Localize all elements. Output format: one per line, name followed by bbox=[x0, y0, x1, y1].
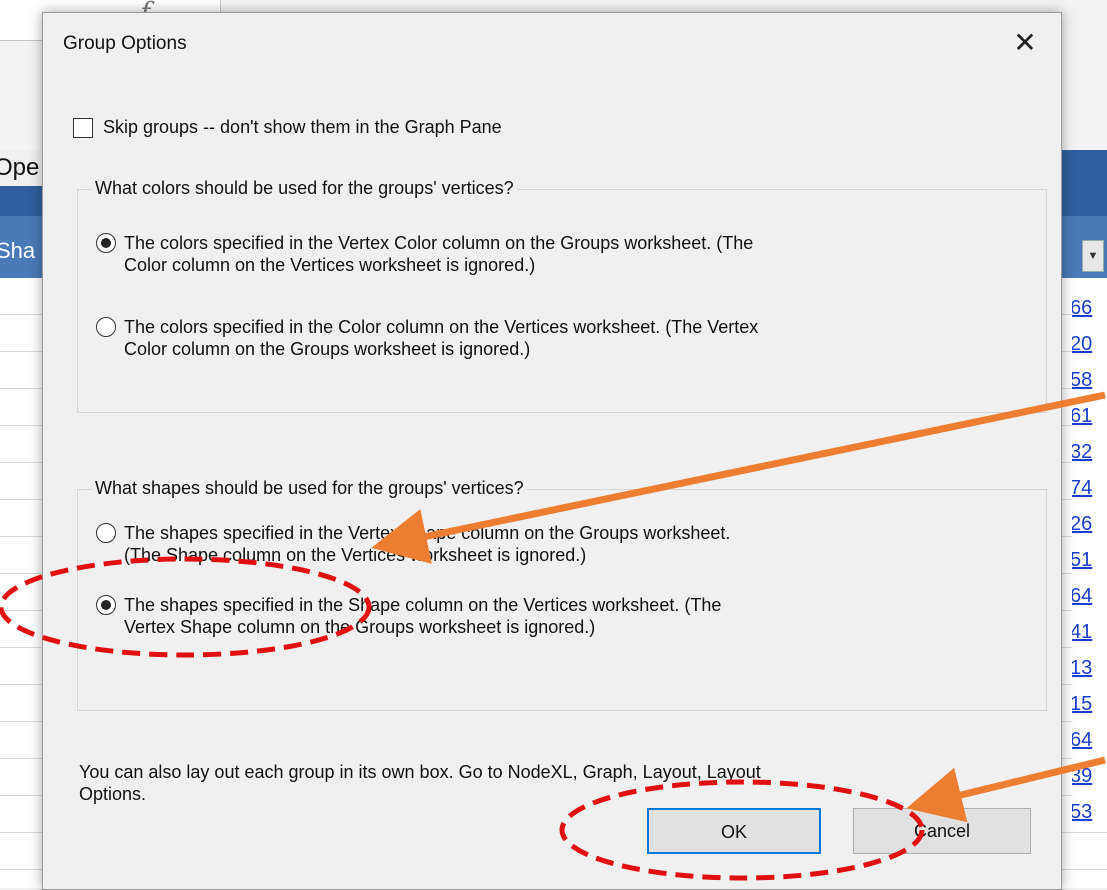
option-label: The colors specified in the Vertex Color… bbox=[124, 233, 754, 275]
radio-button[interactable] bbox=[96, 317, 116, 337]
ok-button[interactable]: OK bbox=[647, 808, 821, 854]
skip-groups-option[interactable]: Skip groups -- don't show them in the Gr… bbox=[73, 117, 502, 138]
shapes-option-vertices-worksheet[interactable]: The shapes specified in the Shape column… bbox=[96, 594, 944, 638]
radio-button[interactable] bbox=[96, 523, 116, 543]
radio-button[interactable] bbox=[96, 233, 116, 253]
cell-link[interactable]: 32 bbox=[1072, 434, 1107, 470]
cell-link[interactable]: 15 bbox=[1072, 686, 1107, 722]
skip-groups-label: Skip groups -- don't show them in the Gr… bbox=[103, 117, 502, 137]
dialog-title: Group Options bbox=[63, 33, 187, 54]
cell-link[interactable]: 74 bbox=[1072, 470, 1107, 506]
shapes-option-groups-worksheet[interactable]: The shapes specified in the Vertex Shape… bbox=[96, 522, 944, 566]
skip-groups-checkbox[interactable] bbox=[73, 117, 93, 138]
column-header-fragment: Sha bbox=[0, 238, 36, 263]
layout-hint-text: You can also lay out each group in its o… bbox=[79, 762, 761, 804]
cell-link[interactable]: 13 bbox=[1072, 650, 1107, 686]
colors-group-legend: What colors should be used for the group… bbox=[92, 178, 517, 199]
group-options-dialog: Group Options ✕ Skip groups -- don't sho… bbox=[42, 12, 1062, 890]
cell-link[interactable]: 20 bbox=[1072, 326, 1107, 362]
cell-link[interactable]: 64 bbox=[1072, 722, 1107, 758]
cell-link[interactable]: 41 bbox=[1072, 614, 1107, 650]
cell-link[interactable]: 64 bbox=[1072, 578, 1107, 614]
shapes-groupbox: What shapes should be used for the group… bbox=[77, 478, 1047, 711]
cell-link[interactable]: 61 bbox=[1072, 398, 1107, 434]
option-label: The colors specified in the Color column… bbox=[124, 317, 759, 359]
cell-link[interactable]: 26 bbox=[1072, 506, 1107, 542]
colors-option-groups-worksheet[interactable]: The colors specified in the Vertex Color… bbox=[96, 232, 944, 276]
close-icon[interactable]: ✕ bbox=[1003, 23, 1047, 63]
radio-button[interactable] bbox=[96, 595, 116, 615]
link-column: 66 20 58 61 32 74 26 51 64 41 13 15 64 3… bbox=[1072, 290, 1107, 830]
cell-link[interactable]: 53 bbox=[1072, 794, 1107, 830]
filter-dropdown-icon[interactable]: ▼ bbox=[1082, 240, 1104, 272]
option-label: The shapes specified in the Vertex Shape… bbox=[124, 523, 731, 565]
cell-link[interactable]: 39 bbox=[1072, 758, 1107, 794]
colors-option-vertices-worksheet[interactable]: The colors specified in the Color column… bbox=[96, 316, 944, 360]
shapes-group-legend: What shapes should be used for the group… bbox=[92, 478, 527, 499]
cell-link[interactable]: 51 bbox=[1072, 542, 1107, 578]
colors-groupbox: What colors should be used for the group… bbox=[77, 178, 1047, 413]
cell-link[interactable]: 58 bbox=[1072, 362, 1107, 398]
cell-link[interactable]: 66 bbox=[1072, 290, 1107, 326]
option-label: The shapes specified in the Shape column… bbox=[124, 595, 722, 637]
cancel-button[interactable]: Cancel bbox=[853, 808, 1031, 854]
